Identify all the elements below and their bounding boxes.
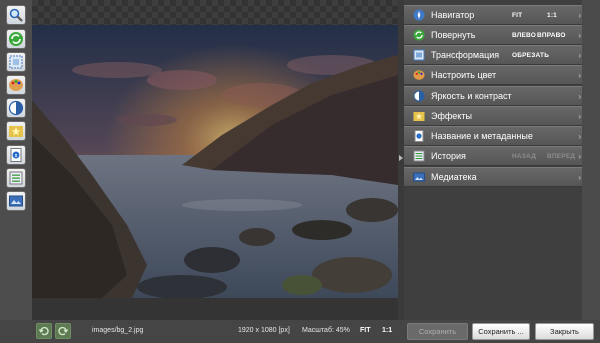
panel-item-history[interactable]: История НАЗАД ВПЕРЕД › bbox=[404, 146, 586, 166]
fit-button[interactable]: FIT bbox=[360, 327, 371, 334]
undo-icon bbox=[38, 326, 49, 336]
history-back-button[interactable]: НАЗАД bbox=[512, 153, 536, 160]
panel-item-transform[interactable]: Трансформация ОБРЕЗАТЬ › bbox=[404, 45, 586, 65]
panel-item-brightness[interactable]: Яркость и контраст › bbox=[404, 86, 586, 106]
document-info-icon[interactable] bbox=[6, 145, 26, 165]
navigator-1to1-button[interactable]: 1:1 bbox=[547, 12, 557, 19]
document-info-icon bbox=[413, 130, 425, 142]
collapse-arrow-icon[interactable] bbox=[399, 155, 403, 161]
magnifier-icon[interactable] bbox=[6, 5, 26, 25]
panel-item-navigator[interactable]: Навигатор FIT 1:1 › bbox=[404, 5, 586, 25]
panel-item-label: Название и метаданные bbox=[431, 131, 533, 141]
panel-scrollbar[interactable] bbox=[582, 0, 600, 320]
palette-icon bbox=[413, 69, 425, 81]
file-path: images/bg_2.jpg bbox=[92, 327, 144, 334]
rotate-icon bbox=[413, 29, 425, 41]
redo-icon bbox=[58, 326, 69, 336]
media-library-icon bbox=[413, 171, 425, 183]
navigator-fit-button[interactable]: FIT bbox=[512, 12, 522, 19]
chevron-right-icon: › bbox=[578, 31, 581, 40]
crop-button[interactable]: ОБРЕЗАТЬ bbox=[512, 52, 549, 59]
left-toolbar bbox=[0, 0, 32, 343]
right-panel: Навигатор FIT 1:1 › Повернуть ВЛЕВО ВПРА… bbox=[404, 0, 600, 320]
chevron-right-icon: › bbox=[578, 71, 581, 80]
actual-size-button[interactable]: 1:1 bbox=[382, 327, 392, 334]
contrast-icon bbox=[413, 90, 425, 102]
panel-item-label: История bbox=[431, 151, 466, 161]
chevron-right-icon: › bbox=[578, 173, 581, 182]
chevron-right-icon: › bbox=[578, 92, 581, 101]
panel-item-media[interactable]: Медиатека › bbox=[404, 167, 586, 187]
chevron-right-icon: › bbox=[578, 112, 581, 121]
panel-item-label: Навигатор bbox=[431, 10, 475, 20]
sparkle-icon[interactable] bbox=[6, 121, 26, 141]
redo-button[interactable] bbox=[55, 323, 71, 339]
contrast-icon[interactable] bbox=[6, 98, 26, 118]
image-dimensions: 1920 x 1080 [px] bbox=[238, 327, 290, 334]
panel-item-label: Эффекты bbox=[431, 111, 472, 121]
palette-icon[interactable] bbox=[6, 75, 26, 95]
panel-item-label: Медиатека bbox=[431, 172, 477, 182]
compass-icon bbox=[413, 9, 425, 21]
image-canvas[interactable] bbox=[32, 0, 398, 320]
close-button[interactable]: Закрыть bbox=[535, 323, 594, 340]
undo-button[interactable] bbox=[36, 323, 52, 339]
chevron-right-icon: › bbox=[578, 51, 581, 60]
chevron-right-icon: › bbox=[578, 132, 581, 141]
chevron-right-icon: › bbox=[578, 152, 581, 161]
rotate-left-button[interactable]: ВЛЕВО bbox=[512, 32, 536, 39]
rotate-icon[interactable] bbox=[6, 29, 26, 49]
history-forward-button[interactable]: ВПЕРЕД bbox=[547, 153, 575, 160]
zoom-level: Масштаб: 45% bbox=[302, 327, 350, 334]
panel-item-label: Трансформация bbox=[431, 50, 500, 60]
panel-item-metadata[interactable]: Название и метаданные › bbox=[404, 126, 586, 146]
panel-item-rotate[interactable]: Повернуть ВЛЕВО ВПРАВО › bbox=[404, 25, 586, 45]
chevron-right-icon: › bbox=[578, 11, 581, 20]
panel-item-color[interactable]: Настроить цвет › bbox=[404, 65, 586, 85]
panel-item-label: Настроить цвет bbox=[431, 70, 497, 80]
panel-item-label: Повернуть bbox=[431, 30, 476, 40]
sparkle-icon bbox=[413, 110, 425, 122]
save-as-button[interactable]: Сохранить ... bbox=[472, 323, 530, 340]
crop-icon bbox=[413, 49, 425, 61]
preview-image bbox=[32, 25, 398, 298]
history-list-icon[interactable] bbox=[6, 168, 26, 188]
panel-item-label: Яркость и контраст bbox=[431, 91, 512, 101]
panel-item-effects[interactable]: Эффекты › bbox=[404, 106, 586, 126]
crop-icon[interactable] bbox=[6, 52, 26, 72]
save-button[interactable]: Сохранить bbox=[407, 323, 468, 340]
status-bar: images/bg_2.jpg 1920 x 1080 [px] Масштаб… bbox=[0, 320, 600, 343]
media-library-icon[interactable] bbox=[6, 191, 26, 211]
rotate-right-button[interactable]: ВПРАВО bbox=[537, 32, 566, 39]
history-list-icon bbox=[413, 150, 425, 162]
